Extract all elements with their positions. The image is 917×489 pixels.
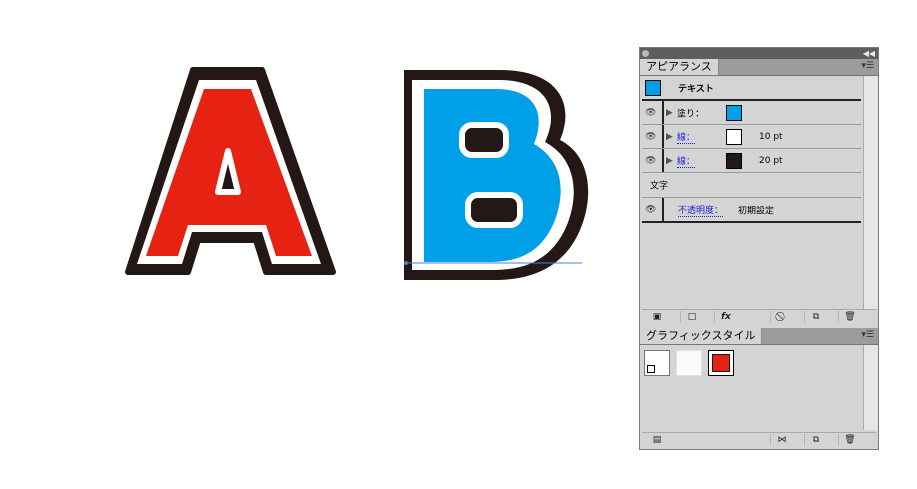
trash-icon[interactable]: 🗑 (838, 311, 861, 323)
object-type-label: テキスト (678, 84, 714, 94)
stroke-label-link[interactable]: 線： (677, 154, 696, 168)
appearance-characters-row[interactable]: 文字 (642, 173, 861, 198)
appearance-scrollbar[interactable] (863, 76, 878, 309)
appearance-toolbar: ▣ □ fx ⃠ ⧉ 🗑 (642, 309, 876, 324)
graphic-style-library-icon[interactable]: ▤ (646, 434, 668, 446)
letter-b-lower-counter (465, 192, 523, 228)
tab-appearance[interactable]: アピアランス (640, 59, 719, 75)
visibility-toggle[interactable]: 👁 (642, 125, 664, 148)
visibility-toggle[interactable]: 👁 (642, 198, 664, 221)
clear-appearance-icon[interactable]: ⃠ (770, 311, 793, 323)
stroke-weight-value[interactable]: 10 pt (759, 132, 783, 142)
stroke-swatch[interactable] (726, 152, 742, 169)
collapse-icon[interactable]: ◀◀ (863, 48, 875, 59)
panel-menu-icon[interactable]: ▾☰ (861, 61, 874, 71)
new-graphic-style-icon[interactable]: ⧉ (804, 434, 827, 446)
opacity-value[interactable]: 初期設定 (738, 203, 774, 216)
stroke-swatch[interactable] (726, 128, 742, 145)
appearance-tab-row: アピアランス ▾☰ (640, 59, 878, 76)
appearance-stroke-row-1[interactable]: 👁 ▶ 線： 10 pt (642, 125, 861, 149)
duplicate-item-icon[interactable]: ⧉ (804, 311, 827, 323)
graphic-style-blank[interactable] (676, 350, 702, 376)
visibility-toggle[interactable]: 👁 (642, 101, 664, 124)
eye-icon[interactable]: 👁 (645, 205, 656, 215)
disclosure-triangle-icon[interactable]: ▶ (666, 156, 673, 166)
tab-graphic-styles[interactable]: グラフィックスタイル (640, 328, 763, 344)
break-link-icon[interactable]: ⋈ (770, 434, 793, 446)
appearance-stroke-row-2[interactable]: 👁 ▶ 線： 20 pt (642, 149, 861, 173)
default-style-icon (647, 365, 655, 373)
appearance-fill-row[interactable]: 👁 ▶ 塗り： (642, 101, 861, 125)
graphic-style-red[interactable] (708, 350, 734, 376)
eye-icon[interactable]: 👁 (645, 132, 656, 142)
letter-b-artwork[interactable] (404, 70, 589, 280)
disclosure-triangle-icon[interactable]: ▶ (666, 132, 673, 142)
baseline-anchor (404, 261, 408, 265)
letter-a-artwork[interactable] (125, 67, 336, 275)
panel-menu-icon[interactable]: ▾☰ (861, 330, 874, 340)
graphic-style-default[interactable] (644, 350, 670, 376)
disclosure-triangle-icon[interactable]: ▶ (666, 108, 673, 118)
red-style-swatch (712, 354, 730, 372)
graphic-styles-tab-row: グラフィックスタイル ▾☰ (640, 328, 878, 345)
appearance-header-row[interactable]: テキスト (642, 76, 861, 101)
characters-label[interactable]: 文字 (650, 179, 668, 192)
trash-icon[interactable]: 🗑 (838, 434, 861, 446)
graphic-styles-scrollbar[interactable] (863, 345, 878, 430)
appearance-opacity-row[interactable]: 👁 不透明度： 初期設定 (642, 198, 861, 223)
stroke-label-link[interactable]: 線： (677, 130, 696, 144)
visibility-toggle[interactable]: 👁 (642, 149, 664, 172)
eye-icon[interactable]: 👁 (645, 108, 656, 118)
eye-icon[interactable]: 👁 (645, 156, 656, 166)
fill-label[interactable]: 塗り： (677, 106, 704, 119)
fx-menu-button[interactable]: fx (714, 311, 737, 323)
appearance-list: テキスト 👁 ▶ 塗り： 👁 ▶ 線： 10 pt 👁 ▶ 線： 20 pt 文… (642, 76, 861, 309)
object-swatch (645, 79, 661, 96)
graphic-styles-toolbar: ▤ ⋈ ⧉ 🗑 (642, 432, 876, 447)
close-icon[interactable] (642, 50, 649, 57)
add-new-stroke-icon[interactable]: ▣ (646, 311, 668, 323)
add-new-fill-icon[interactable]: □ (680, 311, 703, 323)
opacity-label-link[interactable]: 不透明度： (678, 203, 724, 217)
panel-group: ◀◀ アピアランス ▾☰ テキスト 👁 ▶ 塗り： 👁 ▶ 線： 10 pt 👁… (639, 47, 879, 450)
panel-titlebar[interactable]: ◀◀ (640, 48, 878, 59)
fill-swatch[interactable] (726, 104, 742, 121)
stroke-weight-value[interactable]: 20 pt (759, 156, 783, 166)
letter-b-upper-counter (459, 122, 509, 158)
